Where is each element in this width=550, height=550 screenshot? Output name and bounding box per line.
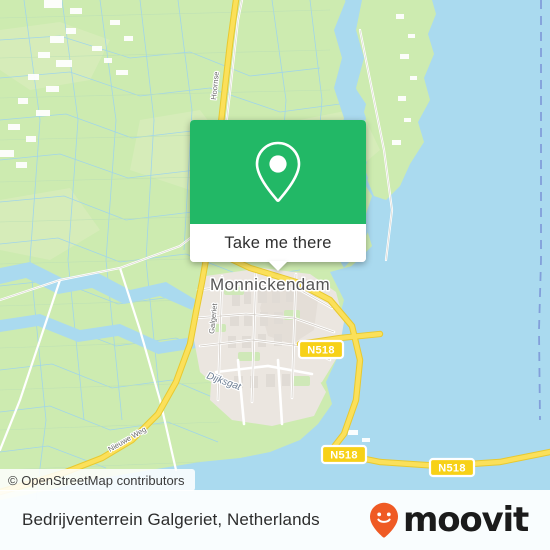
road-shield-n518-1: N518: [297, 339, 345, 360]
road-shield-label: N518: [307, 345, 335, 357]
moovit-wordmark: moovit: [402, 500, 529, 540]
popup-header: [190, 120, 366, 224]
bottom-bar: Bedrijventerrein Galgeriet, Netherlands …: [0, 490, 550, 550]
place-popup-card[interactable]: Take me there: [190, 120, 366, 271]
moovit-logo[interactable]: moovit: [369, 500, 529, 540]
moovit-smiling-pin-icon: [369, 502, 398, 538]
map-label-city: Monnickendam: [210, 275, 330, 294]
popup-pointer-tail: [268, 261, 288, 271]
take-me-there-button[interactable]: Take me there: [224, 234, 331, 253]
road-shield-n518-2: N518: [320, 444, 368, 465]
popup-footer[interactable]: Take me there: [190, 224, 366, 271]
map-screenshot: Monnickendam Dijksgat Hoornse Galgeriet …: [0, 0, 550, 550]
road-shield-label: N518: [438, 463, 466, 475]
road-shield-n518-3: N518: [428, 457, 476, 478]
osm-attribution[interactable]: © OpenStreetMap contributors: [0, 469, 195, 491]
map-canvas[interactable]: Monnickendam Dijksgat Hoornse Galgeriet …: [0, 0, 550, 550]
map-pin-icon: [255, 141, 301, 202]
place-title: Bedrijventerrein Galgeriet, Netherlands: [22, 510, 320, 529]
road-shield-label: N518: [330, 450, 358, 462]
osm-attribution-label[interactable]: © OpenStreetMap contributors: [8, 473, 185, 488]
